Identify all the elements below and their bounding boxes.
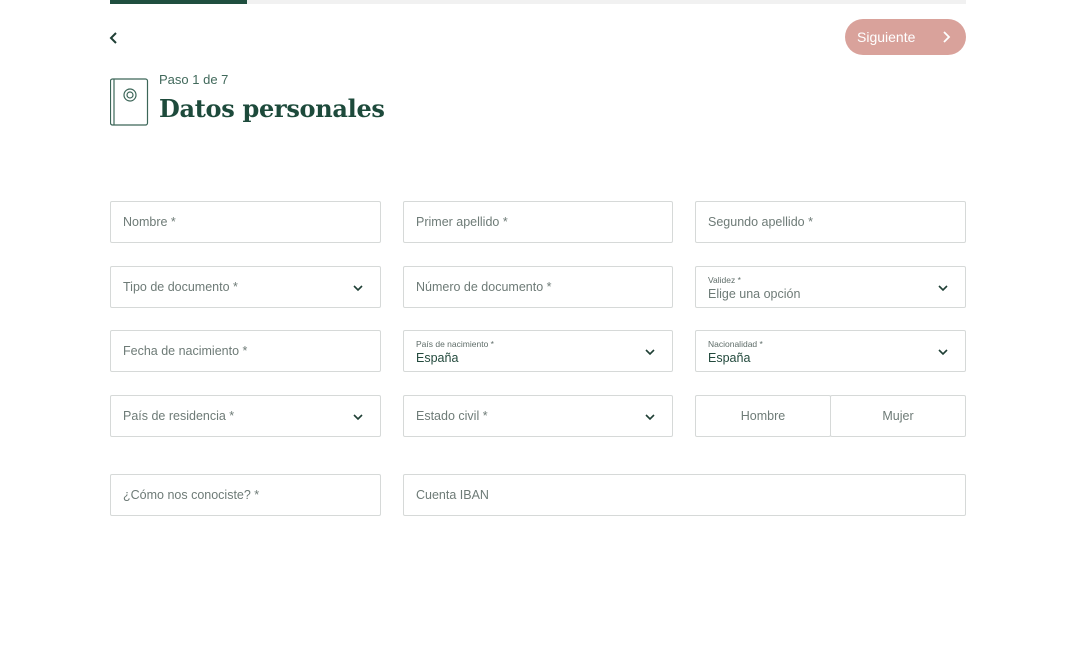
pais-nacimiento-select[interactable]: País de nacimiento * España (403, 330, 673, 372)
document-icon (110, 78, 149, 126)
chevron-down-icon (353, 414, 363, 421)
estado-civil-select[interactable]: Estado civil * (403, 395, 673, 437)
pais-nacimiento-label: País de nacimiento * (416, 339, 494, 349)
chevron-down-icon (353, 285, 363, 292)
pais-nacimiento-value: España (416, 351, 459, 365)
sexo-mujer-toggle[interactable]: Mujer (830, 395, 966, 437)
chevron-down-icon (938, 285, 948, 292)
page-title: Datos personales (159, 94, 385, 123)
chevron-left-icon (109, 32, 117, 44)
primer-apellido-placeholder: Primer apellido * (416, 215, 508, 229)
segundo-apellido-placeholder: Segundo apellido * (708, 215, 813, 229)
nacionalidad-value: España (708, 351, 751, 365)
estado-civil-placeholder: Estado civil * (416, 409, 488, 423)
numero-documento-placeholder: Número de documento * (416, 280, 552, 294)
step-indicator: Paso 1 de 7 (159, 72, 229, 87)
segundo-apellido-field[interactable]: Segundo apellido * (695, 201, 966, 243)
nombre-field[interactable]: Nombre * (110, 201, 381, 243)
iban-field[interactable]: Cuenta IBAN (403, 474, 966, 516)
chevron-right-icon (943, 31, 951, 43)
pais-residencia-select[interactable]: País de residencia * (110, 395, 381, 437)
nombre-placeholder: Nombre * (123, 215, 176, 229)
validez-select[interactable]: Validez * Elige una opción (695, 266, 966, 308)
validez-value: Elige una opción (708, 287, 801, 301)
sexo-hombre-toggle[interactable]: Hombre (695, 395, 831, 437)
progress-bar (110, 0, 966, 4)
tipo-documento-select[interactable]: Tipo de documento * (110, 266, 381, 308)
progress-bar-fill (110, 0, 247, 4)
chevron-down-icon (645, 414, 655, 421)
validez-label: Validez * (708, 275, 741, 285)
nacionalidad-label: Nacionalidad * (708, 339, 763, 349)
fecha-nacimiento-placeholder: Fecha de nacimiento * (123, 344, 248, 358)
primer-apellido-field[interactable]: Primer apellido * (403, 201, 673, 243)
pais-residencia-placeholder: País de residencia * (123, 409, 235, 423)
tipo-documento-placeholder: Tipo de documento * (123, 280, 238, 294)
iban-placeholder: Cuenta IBAN (416, 488, 489, 502)
fecha-nacimiento-field[interactable]: Fecha de nacimiento * (110, 330, 381, 372)
chevron-down-icon (645, 349, 655, 356)
next-button-label: Siguiente (857, 29, 916, 45)
nacionalidad-select[interactable]: Nacionalidad * España (695, 330, 966, 372)
chevron-down-icon (938, 349, 948, 356)
back-button[interactable] (104, 28, 124, 48)
numero-documento-field[interactable]: Número de documento * (403, 266, 673, 308)
next-button[interactable]: Siguiente (845, 19, 966, 55)
como-conociste-field[interactable]: ¿Cómo nos conociste? * (110, 474, 381, 516)
como-conociste-placeholder: ¿Cómo nos conociste? * (123, 488, 260, 502)
